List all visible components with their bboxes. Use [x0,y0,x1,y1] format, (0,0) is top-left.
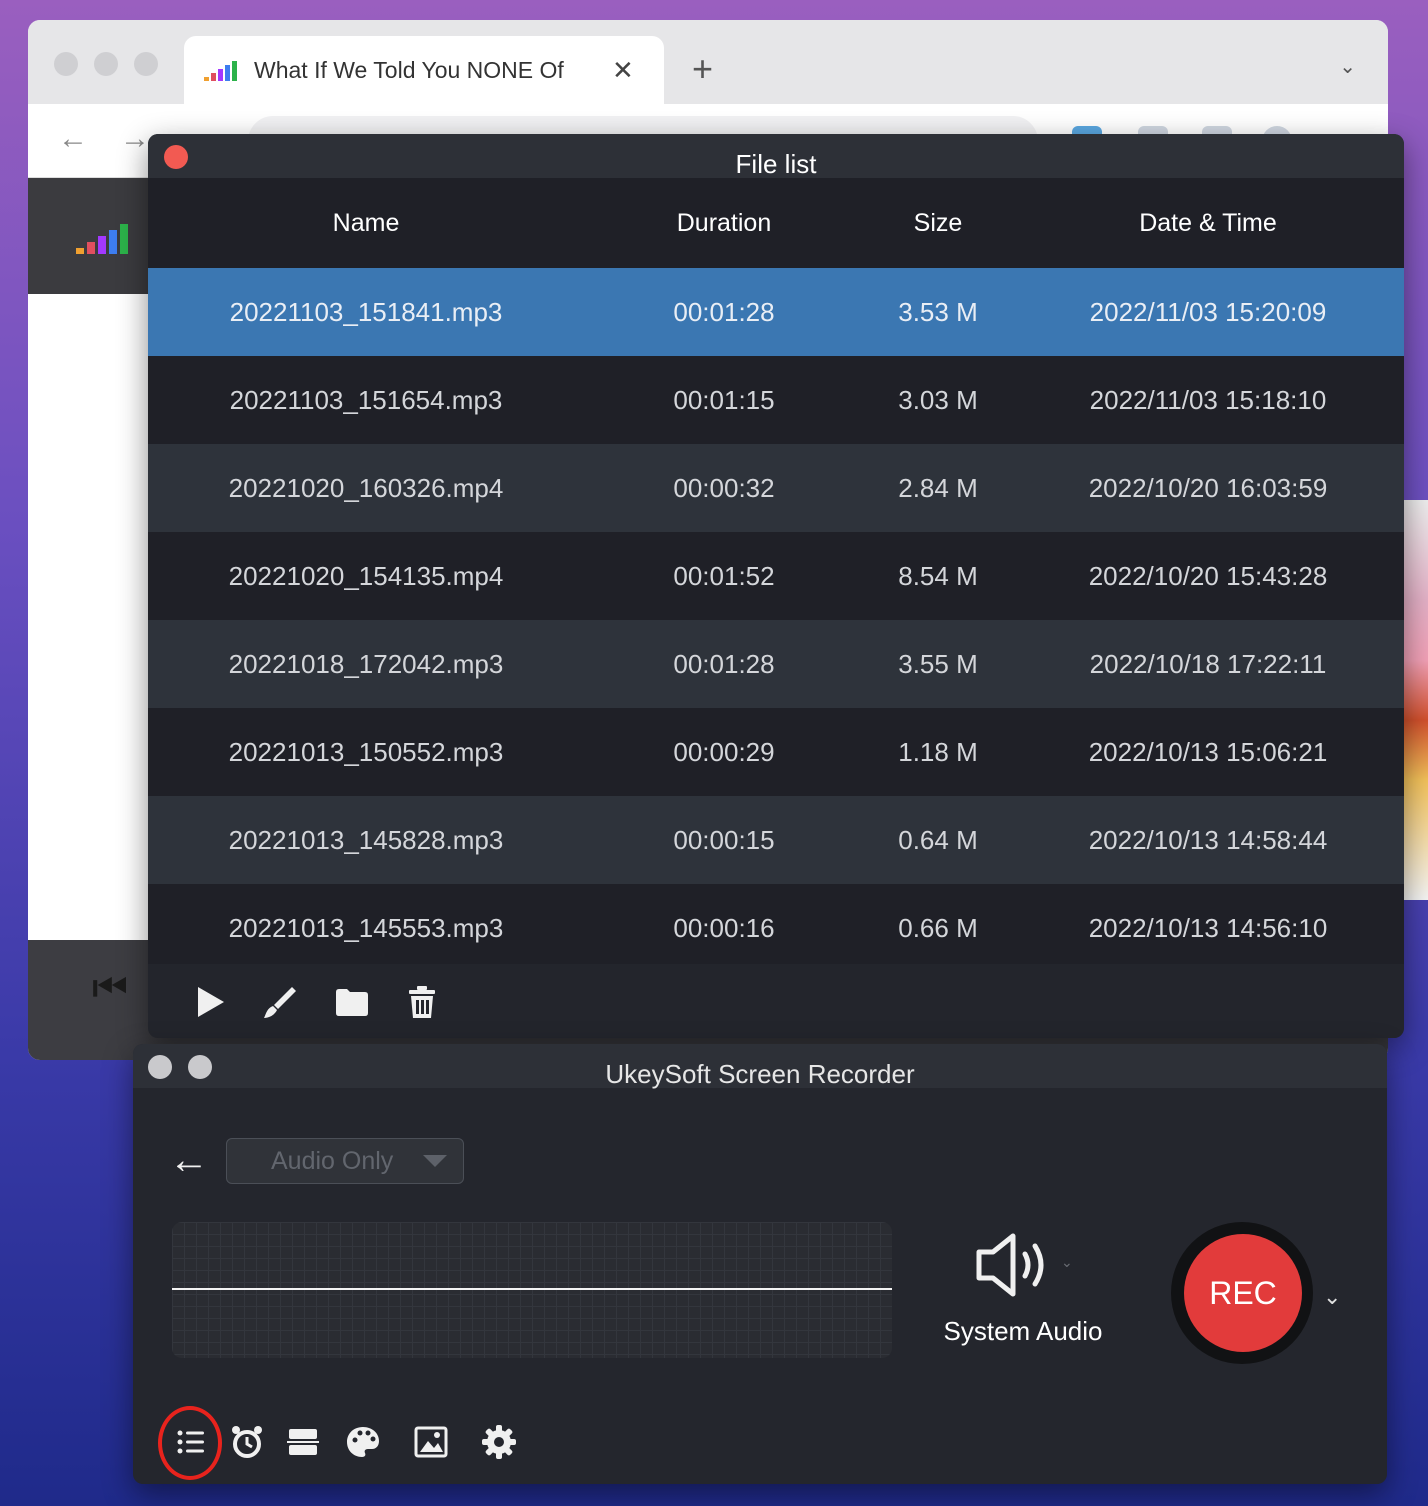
gear-icon[interactable] [481,1424,517,1460]
cell-name: 20221013_150552.mp3 [228,736,504,767]
table-row[interactable]: 20221020_154135.mp4 00:01:52 8.54 M 2022… [148,532,1404,620]
tab-close-icon[interactable]: ✕ [612,55,634,86]
rec-options-chevron-icon[interactable]: ⌄ [1323,1284,1341,1310]
file-table: Name Duration Size Date & Time 20221103_… [148,178,1404,972]
file-list-window: File list Name Duration Size Date & Time… [148,134,1404,1038]
highlight-circle [158,1406,222,1480]
table-row[interactable]: 20221103_151654.mp3 00:01:15 3.03 M 2022… [148,356,1404,444]
column-header-name[interactable]: Name [148,209,584,238]
cell-size: 3.55 M [898,648,978,679]
audio-waveform [172,1222,892,1358]
cell-date: 2022/10/20 15:43:28 [1088,560,1328,591]
cell-date: 2022/10/13 14:56:10 [1088,912,1328,943]
site-logo-icon [76,224,128,254]
cell-name: 20221020_154135.mp4 [228,560,504,591]
previous-track-icon[interactable]: ⏮ [92,966,128,1011]
audio-source-chevron-icon[interactable]: ⌄ [1061,1254,1073,1271]
wallpaper-flower [1404,500,1428,900]
alarm-clock-icon[interactable] [229,1424,265,1460]
table-row[interactable]: 20221103_151841.mp3 00:01:28 3.53 M 2022… [148,268,1404,356]
recording-mode-select[interactable]: Audio Only [226,1138,464,1184]
browser-tab[interactable]: What If We Told You NONE Of ✕ [184,36,664,104]
back-arrow-icon[interactable]: ← [169,1138,209,1183]
file-list-toolbar [148,964,1404,1038]
recording-mode-value: Audio Only [271,1146,394,1175]
audio-source-label: System Audio [943,1316,1103,1346]
table-header: Name Duration Size Date & Time [148,178,1404,268]
cell-date: 2022/11/03 15:18:10 [1089,384,1327,415]
waveform-line [172,1288,892,1290]
segment-icon[interactable] [285,1424,321,1460]
column-header-date[interactable]: Date & Time [1012,209,1404,238]
cell-date: 2022/10/13 15:06:21 [1088,736,1328,767]
cell-duration: 00:01:15 [673,384,775,415]
cell-size: 8.54 M [898,560,978,591]
column-header-duration[interactable]: Duration [584,209,864,238]
brush-icon[interactable] [262,984,298,1020]
cell-duration: 00:00:32 [673,472,775,503]
play-icon[interactable] [192,984,228,1020]
window-zoom-button[interactable] [134,52,158,76]
browser-tabbar: What If We Told You NONE Of ✕ + ⌄ [28,20,1388,104]
cell-duration: 00:00:15 [673,824,775,855]
cell-size: 3.53 M [898,296,978,327]
cell-size: 2.84 M [898,472,978,503]
table-row[interactable]: 20221018_172042.mp3 00:01:28 3.55 M 2022… [148,620,1404,708]
cell-duration: 00:00:29 [673,736,775,767]
cell-name: 20221103_151654.mp3 [229,384,503,415]
rec-button[interactable]: REC [1184,1234,1302,1352]
recorder-title: UkeySoft Screen Recorder [605,1059,915,1089]
image-icon[interactable] [413,1424,449,1460]
cell-duration: 00:01:28 [673,296,775,327]
column-header-size[interactable]: Size [864,209,1012,238]
recorder-minimize-button[interactable] [188,1055,212,1079]
recorder-titlebar: UkeySoft Screen Recorder [133,1044,1387,1089]
tab-title: What If We Told You NONE Of [254,56,564,83]
back-arrow-icon[interactable]: ← [58,122,88,156]
forward-arrow-icon[interactable]: → [120,122,150,156]
cell-duration: 00:01:52 [673,560,775,591]
cell-size: 0.64 M [898,824,978,855]
cell-date: 2022/10/20 16:03:59 [1088,472,1328,503]
table-row[interactable]: 20221020_160326.mp4 00:00:32 2.84 M 2022… [148,444,1404,532]
cell-name: 20221018_172042.mp3 [228,648,504,679]
cell-duration: 00:00:16 [673,912,775,943]
trash-icon[interactable] [404,984,440,1020]
deezer-logo-icon [204,59,240,81]
cell-date: 2022/10/18 17:22:11 [1089,648,1327,679]
table-row[interactable]: 20221013_150552.mp3 00:00:29 1.18 M 2022… [148,708,1404,796]
folder-icon[interactable] [334,984,370,1020]
cell-size: 3.03 M [898,384,978,415]
table-row[interactable]: 20221013_145553.mp3 00:00:16 0.66 M 2022… [148,884,1404,972]
window-minimize-button[interactable] [94,52,118,76]
recorder-window: UkeySoft Screen Recorder ← Audio Only ⌄ … [133,1044,1387,1484]
speaker-icon[interactable] [973,1230,1069,1300]
window-close-button[interactable] [54,52,78,76]
cell-date: 2022/11/03 15:20:09 [1089,296,1327,327]
cell-date: 2022/10/13 14:58:44 [1088,824,1328,855]
cell-size: 1.18 M [898,736,978,767]
tab-search-chevron-icon[interactable]: ⌄ [1339,54,1356,79]
cell-name: 20221020_160326.mp4 [228,472,504,503]
cell-name: 20221103_151841.mp3 [229,296,503,327]
palette-icon[interactable] [345,1424,381,1460]
cell-size: 0.66 M [898,912,978,943]
caret-down-icon [423,1155,447,1167]
cell-name: 20221013_145553.mp3 [228,912,504,943]
new-tab-button[interactable]: + [692,48,713,90]
cell-duration: 00:01:28 [673,648,775,679]
recorder-close-button[interactable] [148,1055,172,1079]
file-list-titlebar: File list [148,134,1404,179]
cell-name: 20221013_145828.mp3 [228,824,504,855]
table-row[interactable]: 20221013_145828.mp3 00:00:15 0.64 M 2022… [148,796,1404,884]
file-list-close-button[interactable] [164,145,188,169]
